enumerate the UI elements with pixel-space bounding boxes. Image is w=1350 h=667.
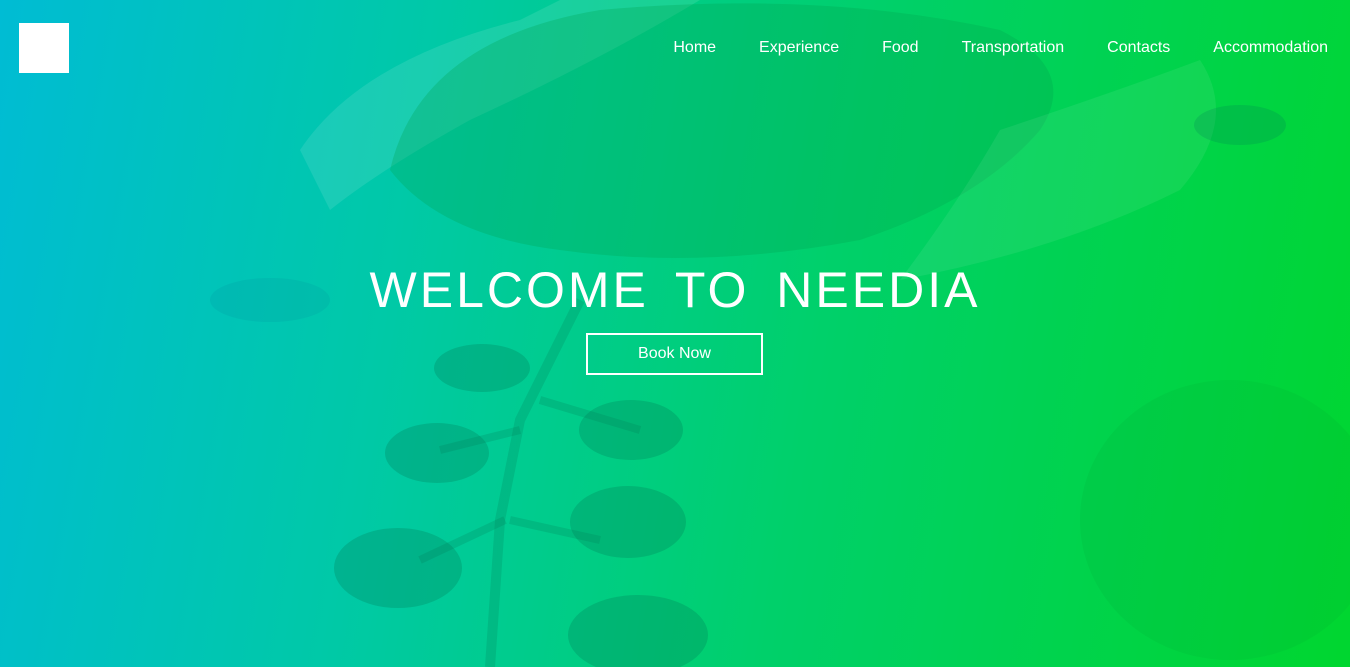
hero-section: Home Experience Food Transportation Cont… xyxy=(0,0,1350,667)
nav-item-contacts[interactable]: Contacts xyxy=(1107,38,1170,58)
nav-item-transportation[interactable]: Transportation xyxy=(962,38,1065,58)
book-now-button[interactable]: Book Now xyxy=(586,333,763,375)
site-logo[interactable] xyxy=(19,23,69,73)
nav-item-accommodation[interactable]: Accommodation xyxy=(1213,38,1328,58)
nav-item-food[interactable]: Food xyxy=(882,38,918,58)
main-navigation: Home Experience Food Transportation Cont… xyxy=(673,38,1328,58)
hero-headline: WELCOME TO NEEDIA xyxy=(369,262,981,318)
nav-item-experience[interactable]: Experience xyxy=(759,38,839,58)
nav-item-home[interactable]: Home xyxy=(673,38,716,58)
